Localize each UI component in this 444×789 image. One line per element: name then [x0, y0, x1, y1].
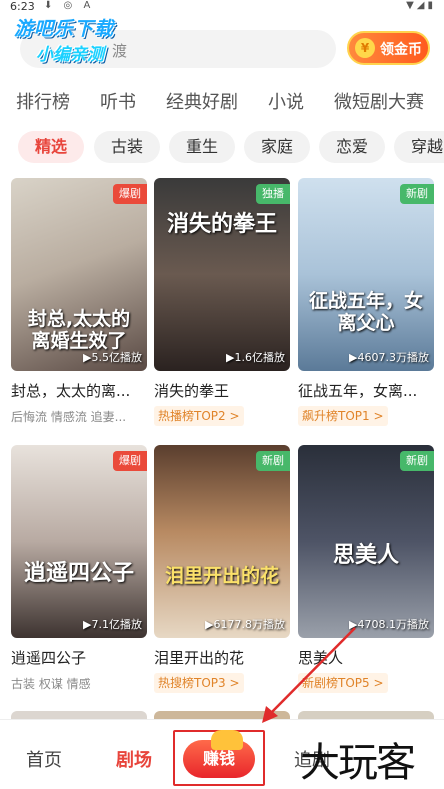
rank-tag[interactable]: 热播榜TOP2 >: [154, 406, 244, 426]
poster-title: 封总,太太的离婚生效了: [27, 308, 131, 352]
tab-audiobook[interactable]: 听书: [100, 88, 136, 114]
search-bar[interactable]: 渡: [20, 30, 336, 68]
drama-title[interactable]: 逍遥四公子: [11, 647, 147, 668]
drama-title[interactable]: 泪里开出的花: [154, 647, 290, 668]
nav-earn-button[interactable]: 赚钱: [183, 730, 255, 778]
notification-icons: ⬇ ◎ A: [44, 0, 95, 11]
money-bag-icon: [211, 730, 243, 750]
hot-badge: 爆剧: [113, 451, 147, 471]
drama-poster[interactable]: 征战五年，女离父心 新剧 ▶4607.3万播放: [298, 178, 434, 371]
play-count: ▶4607.3万播放: [349, 351, 429, 364]
drama-title[interactable]: 封总，太太的离...: [11, 380, 147, 401]
get-coins-button[interactable]: ¥ 领金币: [347, 31, 430, 65]
status-bar: 6:23 ⬇ ◎ A ▼◢▮: [0, 0, 444, 14]
nav-home[interactable]: 首页: [26, 746, 62, 772]
poster-title: 消失的拳王: [166, 212, 277, 237]
drama-poster[interactable]: 思美人 新剧 ▶4708.1万播放: [298, 445, 434, 638]
drama-title[interactable]: 征战五年，女离...: [298, 380, 434, 401]
rank-tag[interactable]: 热搜榜TOP3 >: [154, 673, 244, 693]
chip-romance[interactable]: 恋爱: [319, 131, 385, 163]
new-badge: 新剧: [400, 184, 434, 204]
drama-title[interactable]: 消失的拳王: [154, 380, 290, 401]
rank-tag[interactable]: 新剧榜TOP5 >: [298, 673, 388, 693]
tab-novel[interactable]: 小说: [268, 88, 304, 114]
tab-contest[interactable]: 微短剧大赛: [334, 88, 424, 114]
tab-classic[interactable]: 经典好剧: [166, 88, 238, 114]
search-placeholder: 渡: [112, 42, 128, 60]
drama-tags: 后悔流 情感流 追妻...: [11, 410, 127, 424]
poster-title: 思美人: [332, 543, 399, 568]
category-tabs: 排行榜 听书 经典好剧 小说 微短剧大赛: [0, 88, 444, 118]
hot-badge: 爆剧: [113, 184, 147, 204]
tab-ranking[interactable]: 排行榜: [16, 88, 70, 114]
get-coins-label: 领金币: [380, 42, 422, 58]
poster-title: 征战五年，女离父心: [308, 290, 423, 334]
nav-earn-label: 赚钱: [202, 749, 235, 768]
nav-follow[interactable]: 追剧: [294, 746, 330, 772]
drama-title[interactable]: 思美人: [298, 647, 434, 668]
genre-chips: 精选 古装 重生 家庭 恋爱 穿越: [0, 131, 444, 163]
chip-rebirth[interactable]: 重生: [169, 131, 235, 163]
nav-theater[interactable]: 剧场: [116, 746, 152, 772]
new-badge: 新剧: [400, 451, 434, 471]
coin-icon: ¥: [355, 38, 375, 58]
drama-poster[interactable]: 封总,太太的离婚生效了 爆剧 ▶5.5亿播放: [11, 178, 147, 371]
chip-costume[interactable]: 古装: [94, 131, 160, 163]
rank-tag[interactable]: 飙升榜TOP1 >: [298, 406, 388, 426]
drama-tags: 古装 权谋 情感: [11, 677, 91, 691]
drama-poster[interactable]: 逍遥四公子 爆剧 ▶7.1亿播放: [11, 445, 147, 638]
drama-poster[interactable]: 泪里开出的花 新剧 ▶6177.8万播放: [154, 445, 290, 638]
play-count: ▶1.6亿播放: [226, 351, 285, 364]
app-screen: 6:23 ⬇ ◎ A ▼◢▮ 游吧乐下载 小编亲测 渡 ¥ 领金币 排行榜 听书…: [0, 0, 444, 789]
play-count: ▶7.1亿播放: [83, 618, 142, 631]
drama-poster[interactable]: 消失的拳王 独播 ▶1.6亿播放: [154, 178, 290, 371]
play-count: ▶5.5亿播放: [83, 351, 142, 364]
poster-title: 泪里开出的花: [164, 565, 279, 587]
system-icons: ▼◢▮: [406, 0, 436, 11]
new-badge: 新剧: [256, 451, 290, 471]
status-time: 6:23: [10, 0, 35, 13]
chip-family[interactable]: 家庭: [244, 131, 310, 163]
exclusive-badge: 独播: [256, 184, 290, 204]
highlight-box: 赚钱: [173, 730, 265, 786]
play-count: ▶4708.1万播放: [349, 618, 429, 631]
chip-time-travel[interactable]: 穿越: [394, 131, 444, 163]
chip-featured[interactable]: 精选: [18, 131, 84, 163]
play-count: ▶6177.8万播放: [205, 618, 285, 631]
bottom-nav: 首页 剧场 赚钱 追剧: [0, 719, 444, 789]
poster-title: 逍遥四公子: [23, 561, 134, 586]
